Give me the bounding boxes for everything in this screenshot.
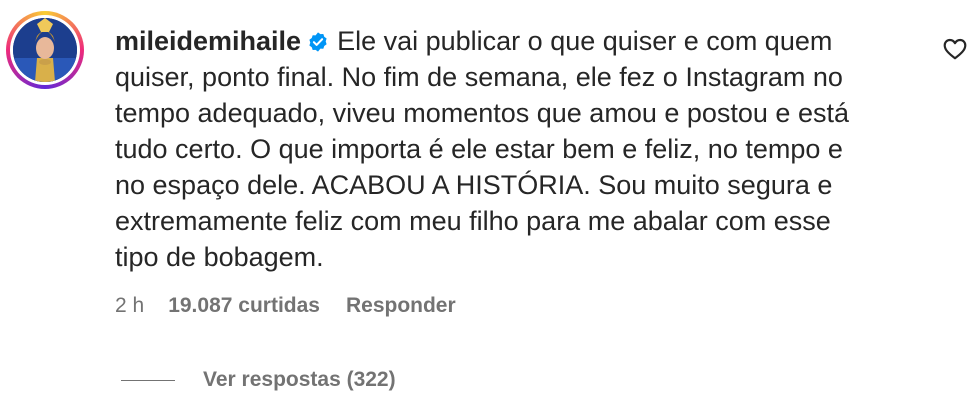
comment-username[interactable]: mileidemihaile — [115, 26, 301, 56]
comment-meta: 2 h 19.087 curtidas Responder — [115, 294, 456, 318]
view-replies-button[interactable]: Ver respostas (322) — [121, 368, 396, 392]
view-replies-label[interactable]: Ver respostas (322) — [203, 368, 396, 392]
reply-button[interactable]: Responder — [346, 294, 456, 318]
verified-badge-icon — [309, 32, 327, 52]
avatar[interactable] — [6, 11, 84, 89]
comment-likes-count[interactable]: 19.087 curtidas — [168, 294, 320, 318]
avatar-ring-gap — [10, 15, 80, 85]
comment-body: mileidemihaile Ele vai publicar o que qui… — [115, 23, 890, 275]
heart-outline-icon[interactable] — [942, 36, 968, 62]
avatar-image — [13, 18, 77, 82]
comment-text: Ele vai publicar o que quiser e com quem… — [115, 26, 849, 272]
comment-timestamp[interactable]: 2 h — [115, 294, 144, 318]
replies-divider-line — [121, 379, 175, 381]
